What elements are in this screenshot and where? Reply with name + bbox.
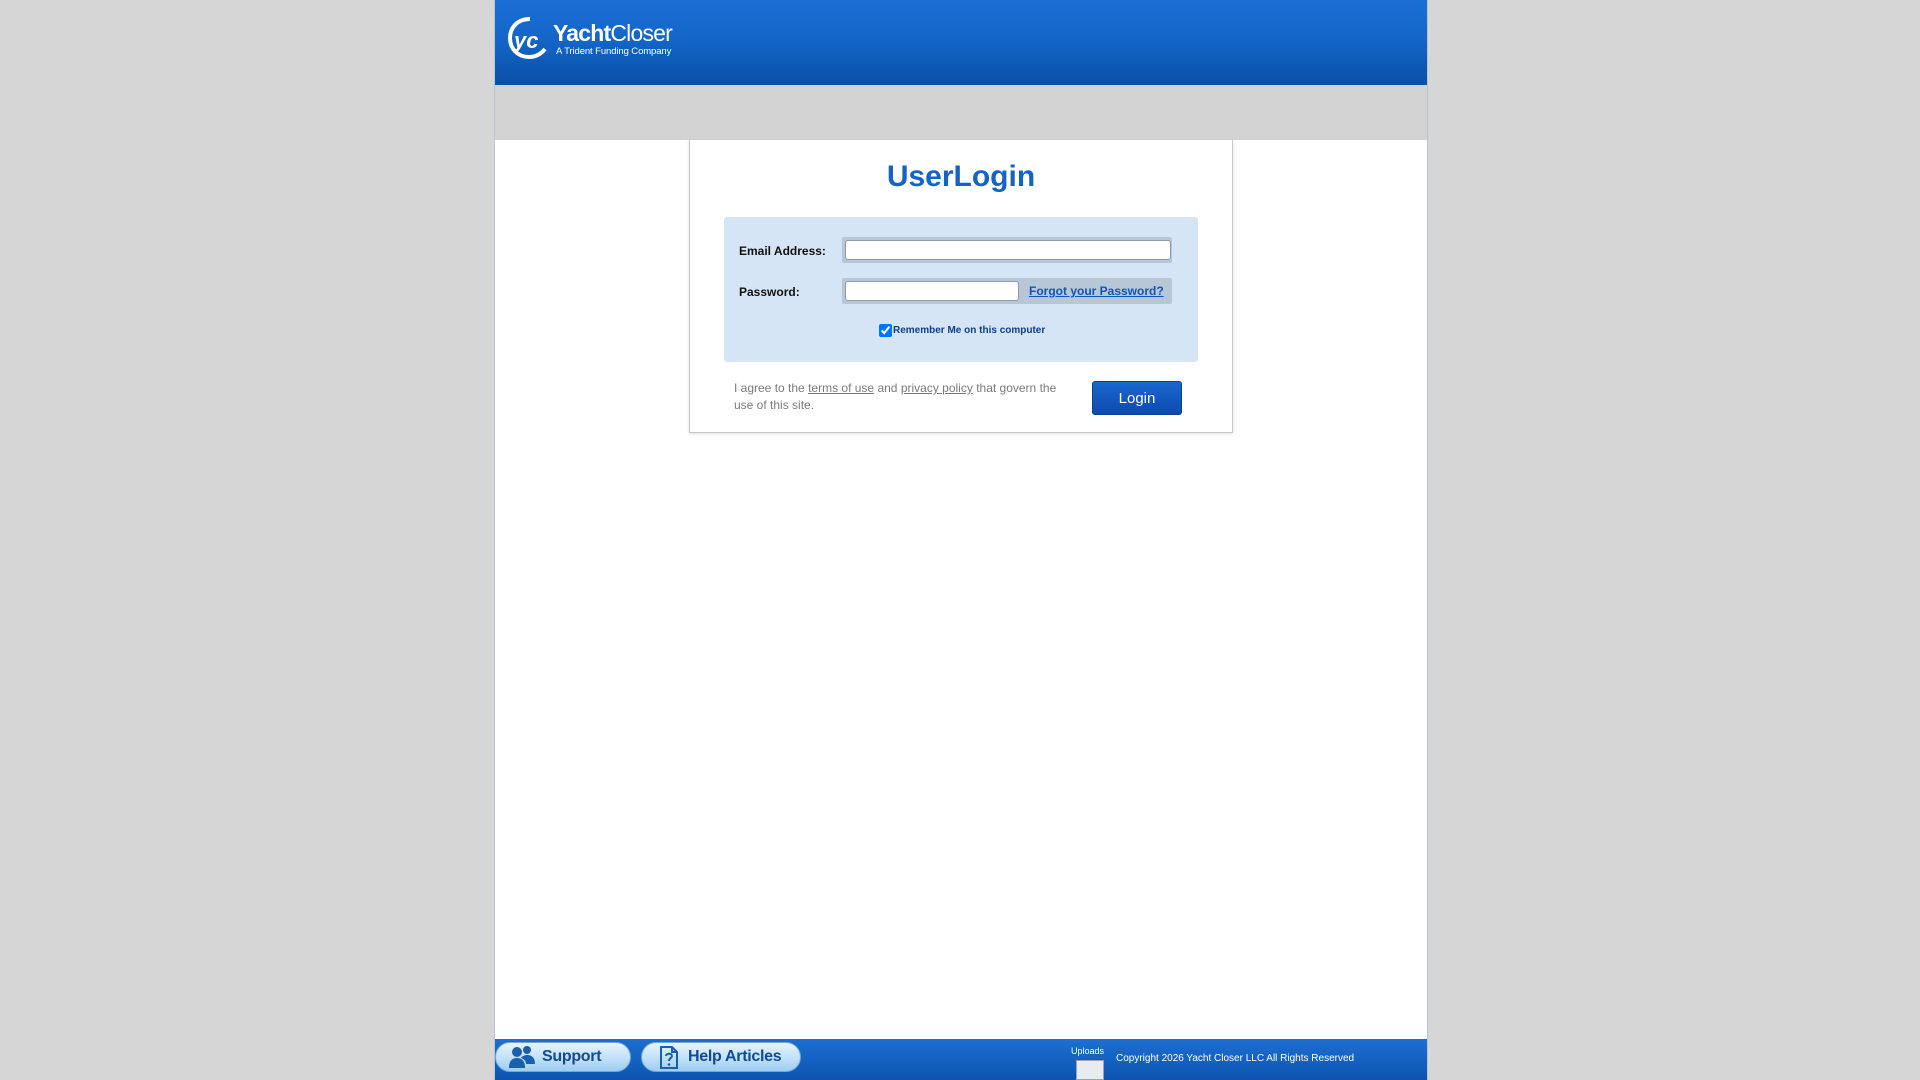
agree-prefix: I agree to the xyxy=(734,381,805,395)
password-field-wrapper: Forgot your Password? xyxy=(842,278,1172,304)
uploads-button[interactable] xyxy=(1076,1060,1104,1080)
help-articles-button[interactable]: Help Articles xyxy=(641,1042,801,1072)
password-field[interactable] xyxy=(845,281,1019,301)
copyright-text: Copyright 2026 Yacht Closer LLC All Righ… xyxy=(1116,1053,1355,1064)
svg-text:yc: yc xyxy=(513,28,538,53)
yacht-closer-logo[interactable]: yc YachtCloser A Trident Funding Company xyxy=(507,16,682,62)
remember-me-label[interactable]: Remember Me on this computer xyxy=(893,325,1045,336)
logo-wordmark: YachtCloser xyxy=(553,20,673,46)
email-label: Email Address: xyxy=(739,244,826,258)
login-button[interactable]: Login xyxy=(1092,381,1182,415)
footer-bar: Support Help Articles Uploads Copyright … xyxy=(495,1039,1427,1080)
login-form: Email Address: Password: Forgot your Pas… xyxy=(724,217,1198,362)
logo-tagline: A Trident Funding Company xyxy=(556,46,672,57)
remember-me-row: Remember Me on this computer xyxy=(879,322,1045,338)
logo-name-bold: Yacht xyxy=(553,20,611,46)
page-container: yc YachtCloser A Trident Funding Company… xyxy=(494,0,1428,1080)
sub-navigation-bar xyxy=(495,85,1427,140)
privacy-policy-link[interactable]: privacy policy xyxy=(901,381,973,395)
yacht-closer-logo-icon: yc xyxy=(507,17,547,60)
agree-and: and xyxy=(877,381,898,395)
login-panel: UserLogin Email Address: Password: Forgo… xyxy=(689,140,1233,433)
email-field-wrapper xyxy=(842,237,1172,263)
email-field[interactable] xyxy=(845,240,1171,260)
header-banner: yc YachtCloser A Trident Funding Company xyxy=(495,0,1427,85)
support-label: Support xyxy=(542,1048,602,1065)
uploads-label: Uploads xyxy=(1071,1046,1105,1056)
help-document-icon xyxy=(660,1046,678,1069)
help-articles-label: Help Articles xyxy=(688,1048,782,1065)
remember-me-checkbox[interactable] xyxy=(879,323,892,337)
support-button[interactable]: Support xyxy=(495,1042,631,1072)
support-people-icon xyxy=(509,1046,535,1068)
terms-of-use-link[interactable]: terms of use xyxy=(808,381,874,395)
forgot-password-link[interactable]: Forgot your Password? xyxy=(1029,284,1164,298)
page-title: UserLogin xyxy=(886,160,1036,193)
terms-agreement: I agree to the terms of use and privacy … xyxy=(734,380,1070,414)
logo-name-regular: Closer xyxy=(610,20,673,46)
password-label: Password: xyxy=(739,285,800,299)
